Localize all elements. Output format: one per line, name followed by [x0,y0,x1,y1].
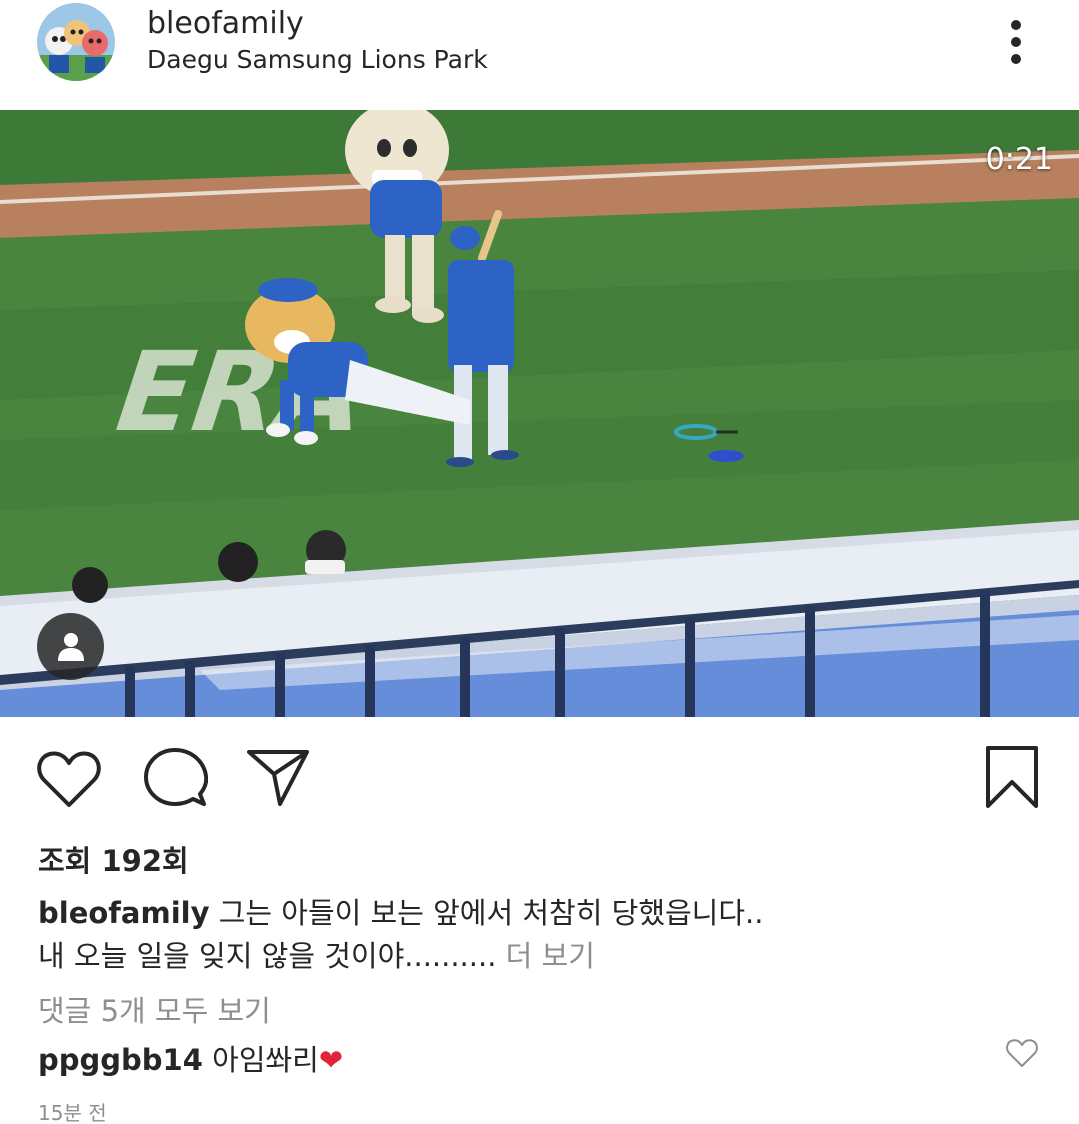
caption-username[interactable]: bleofamily [38,896,209,930]
caption-text-line1: 그는 아들이 보는 앞에서 처참히 당했읍니다.. [218,896,764,930]
post-username[interactable]: bleofamily [147,6,304,41]
comment-text: 아임쏴리 [212,1043,319,1077]
video-timer: 0:21 [985,142,1053,177]
bookmark-icon [986,746,1038,808]
comment-username[interactable]: ppggbb14 [38,1043,203,1077]
post-location[interactable]: Daegu Samsung Lions Park [147,45,488,74]
person-icon [57,632,84,661]
heart-icon [37,751,101,807]
heart-icon [1006,1039,1038,1067]
comment-button[interactable] [140,745,210,811]
comment-like-button[interactable] [1003,1035,1041,1071]
view-count: 조회 192회 [38,844,189,878]
more-vertical-icon [1011,20,1021,30]
like-button[interactable] [34,747,104,811]
post-video[interactable]: ERA E [0,110,1079,717]
caption-text-line2: 내 오늘 일을 잊지 않을 것이야.......... [38,939,497,973]
post-timestamp: 15분 전 [38,1101,107,1124]
tagged-people-button[interactable] [37,613,104,680]
profile-avatar[interactable] [37,3,115,81]
view-all-comments-link[interactable]: 댓글 5개 모두 보기 [38,988,271,1030]
more-options-button[interactable] [996,16,1036,68]
red-heart-emoji: ❤ [318,1043,344,1077]
see-more-link[interactable]: 더 보기 [506,939,595,973]
caption-continued: 내 오늘 일을 잊지 않을 것이야.......... 더 보기 [38,933,595,975]
post-header: bleofamily Daegu Samsung Lions Park [0,0,1079,110]
comment-icon [144,748,208,806]
share-button[interactable] [245,747,311,809]
caption: bleofamily 그는 아들이 보는 앞에서 처참히 당했읍니다.. [38,890,763,932]
video-frame: ERA E [0,110,1079,717]
paper-plane-icon [247,750,309,806]
comment-item: ppggbb14 아임쏴리❤ [38,1037,343,1079]
save-button[interactable] [980,743,1044,811]
action-bar [0,717,1079,832]
